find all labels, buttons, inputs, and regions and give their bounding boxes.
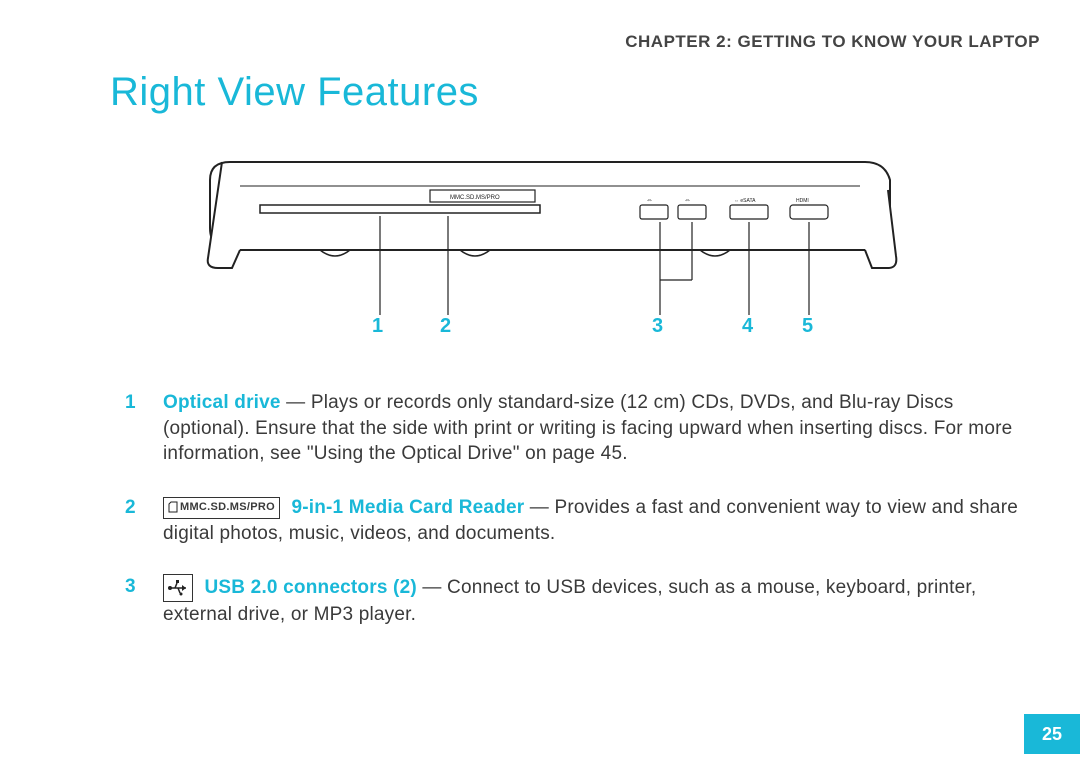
feature-item-1: 1 Optical drive — Plays or records only … xyxy=(125,390,1020,467)
feature-num-1: 1 xyxy=(125,390,163,467)
callout-3: 3 xyxy=(652,315,663,338)
svg-text:⇔: ⇔ xyxy=(646,197,653,204)
svg-text:⇔ eSATA: ⇔ eSATA xyxy=(734,198,756,204)
svg-text:HDMI: HDMI xyxy=(796,198,809,204)
usb-icon xyxy=(163,574,193,602)
feature-item-2: 2 MMC.SD.MS/PRO 9-in-1 Media Card Reader… xyxy=(125,495,1020,546)
feature-name-optical-drive: Optical drive xyxy=(163,392,281,413)
feature-name-usb-connectors: USB 2.0 connectors (2) xyxy=(204,577,416,598)
feature-item-3: 3 USB 2.0 connectors (2) — Connect to US… xyxy=(125,574,1020,628)
feature-num-3: 3 xyxy=(125,574,163,628)
callout-5: 5 xyxy=(802,315,813,338)
feature-body-3: USB 2.0 connectors (2) — Connect to USB … xyxy=(163,574,1020,628)
callout-1: 1 xyxy=(372,315,383,338)
chapter-header: CHAPTER 2: GETTING TO KNOW YOUR LAPTOP xyxy=(625,32,1040,52)
callout-2: 2 xyxy=(440,315,451,338)
callout-4: 4 xyxy=(742,315,753,338)
feature-name-media-card-reader: 9-in-1 Media Card Reader xyxy=(291,497,524,518)
laptop-right-view-diagram: MMC.SD.MS/PRO ⇔ ⇔ ⇔ eSATA HDMI xyxy=(200,150,900,350)
svg-text:⇔: ⇔ xyxy=(684,197,691,204)
diagram-mmc-label: MMC.SD.MS/PRO xyxy=(450,195,500,201)
feature-list: 1 Optical drive — Plays or records only … xyxy=(125,390,1020,656)
feature-body-1: Optical drive — Plays or records only st… xyxy=(163,390,1020,467)
page-number: 25 xyxy=(1024,714,1080,754)
feature-num-2: 2 xyxy=(125,495,163,546)
page-title: Right View Features xyxy=(110,70,479,115)
feature-body-2: MMC.SD.MS/PRO 9-in-1 Media Card Reader —… xyxy=(163,495,1020,546)
mmc-card-icon: MMC.SD.MS/PRO xyxy=(163,497,280,519)
feature-desc-1: — Plays or records only standard-size (1… xyxy=(163,392,1012,464)
laptop-diagram-svg: MMC.SD.MS/PRO ⇔ ⇔ ⇔ eSATA HDMI xyxy=(200,150,900,350)
